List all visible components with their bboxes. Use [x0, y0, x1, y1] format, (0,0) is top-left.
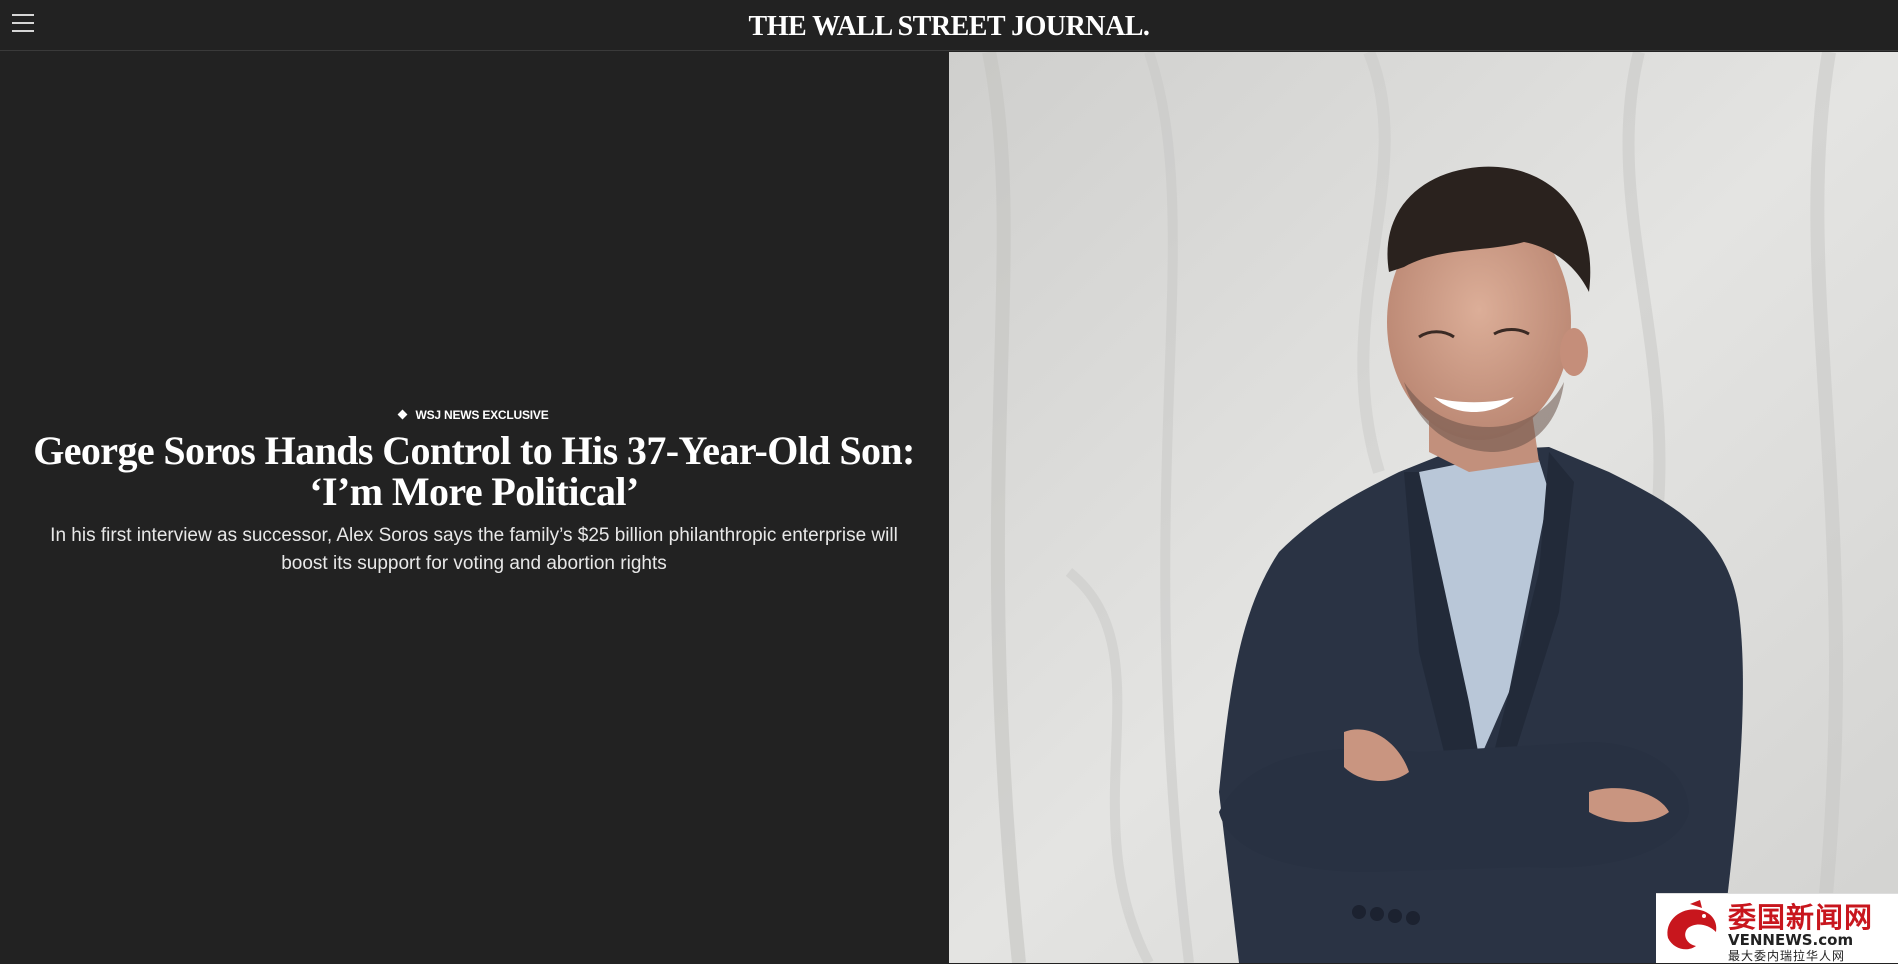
- article-hero-image: [949, 52, 1898, 963]
- diamond-icon: [398, 409, 408, 420]
- headline-block: WSJ NEWS EXCLUSIVE George Soros Hands Co…: [20, 408, 928, 578]
- masthead-logo[interactable]: THE WALL STREET JOURNAL.: [0, 11, 1898, 43]
- flashline-label: WSJ NEWS EXCLUSIVE: [415, 408, 549, 422]
- flashline: WSJ NEWS EXCLUSIVE: [20, 408, 928, 422]
- article-dek: In his first interview as successor, Ale…: [50, 525, 898, 574]
- watermark-subtitle: 最大委内瑞拉华人网: [1728, 949, 1846, 963]
- article-headline[interactable]: George Soros Hands Control to His 37-Yea…: [20, 430, 928, 512]
- vennews-watermark: 委国新闻网 VENNEWS.com 最大委内瑞拉华人网: [1656, 893, 1898, 963]
- top-navigation-bar: THE WALL STREET JOURNAL.: [0, 0, 1898, 51]
- article-text-panel: WSJ NEWS EXCLUSIVE George Soros Hands Co…: [0, 52, 948, 963]
- dragon-logo-icon: [1667, 900, 1717, 950]
- watermark-chinese-title: 委国新闻网: [1728, 901, 1874, 934]
